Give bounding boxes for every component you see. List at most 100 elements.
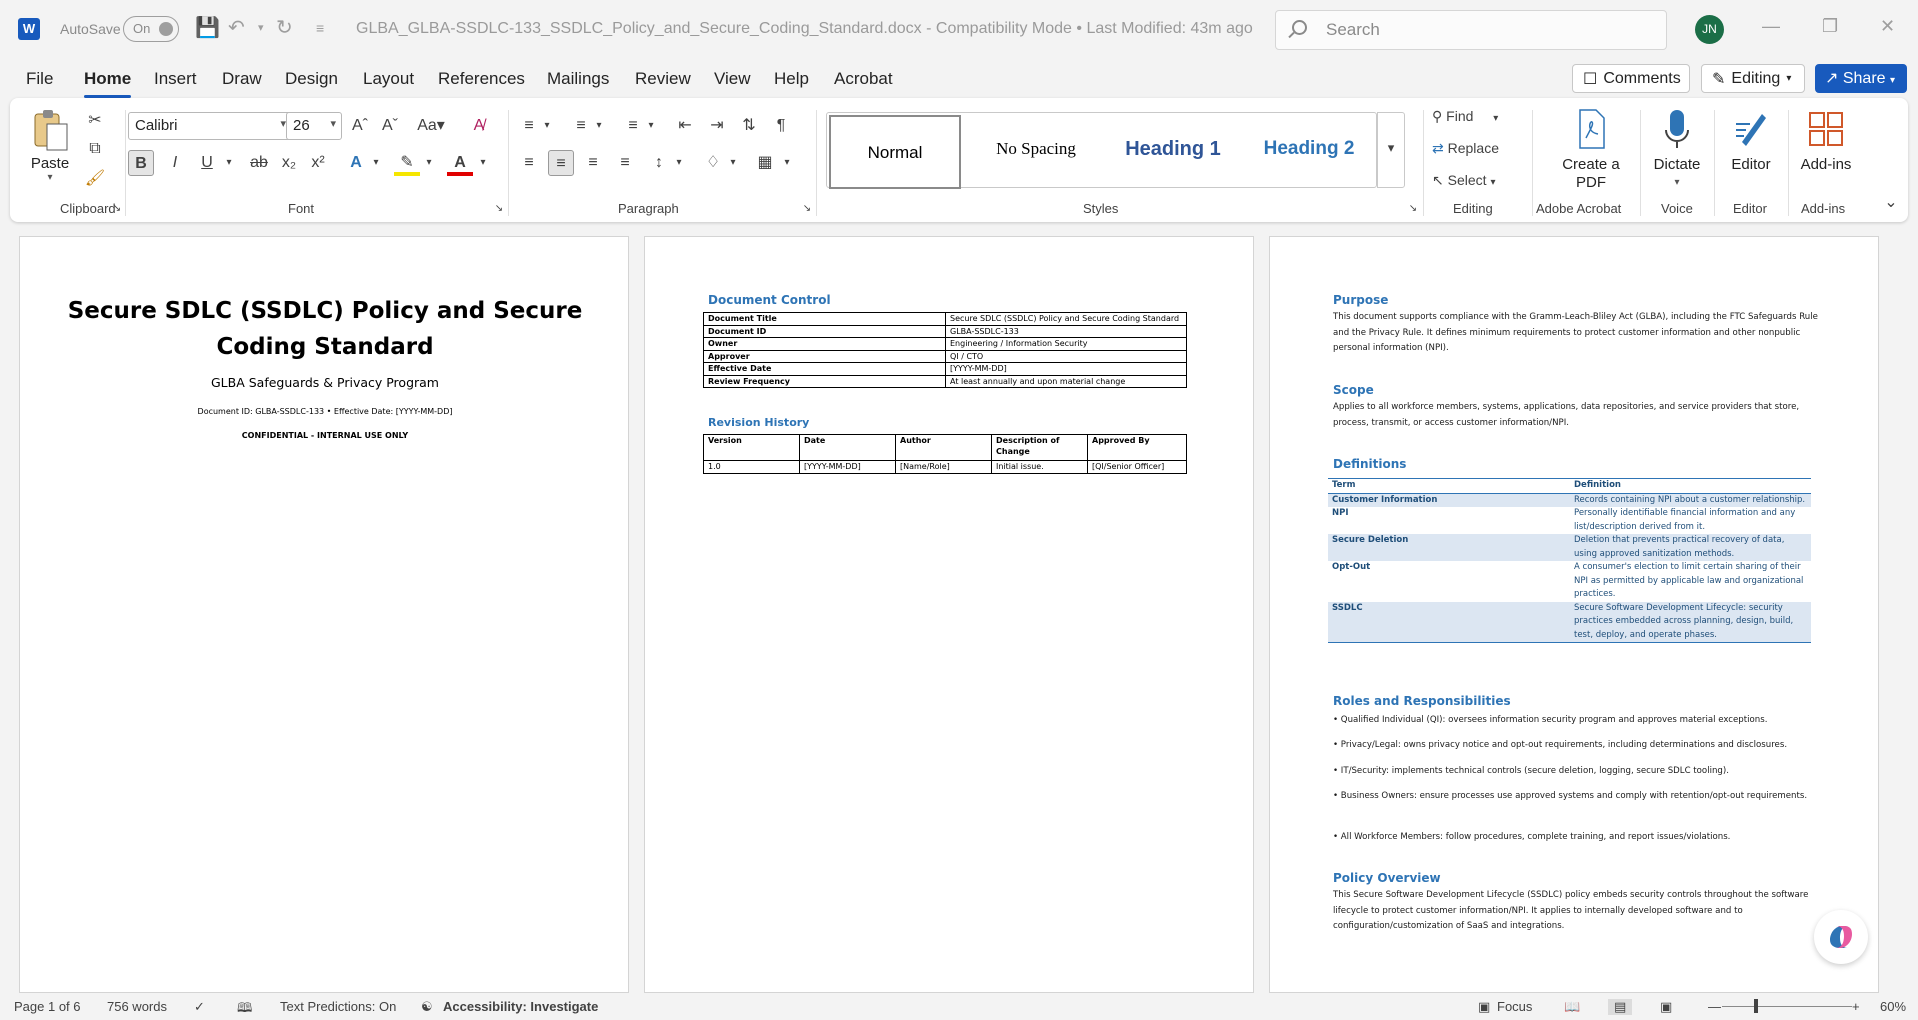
change-case-icon[interactable]: Aa▾ (413, 113, 449, 139)
web-layout-icon[interactable]: ▣ (1660, 999, 1672, 1015)
find-button[interactable]: ⚲ Find ▾ (1432, 108, 1498, 125)
collapse-ribbon-icon[interactable]: ⌄ (1878, 190, 1904, 216)
select-button[interactable]: ↖ Select ▾ (1432, 172, 1495, 189)
tab-layout[interactable]: Layout (363, 69, 414, 89)
format-painter-icon[interactable]: 🖌 (82, 166, 108, 192)
clipboard-launcher-icon[interactable]: ↘ (104, 196, 130, 222)
search-input[interactable]: Search (1275, 10, 1667, 50)
align-right-icon[interactable]: ≡ (580, 150, 606, 176)
style-normal[interactable]: Normal (829, 115, 961, 189)
undo-icon[interactable]: ↶ (228, 17, 245, 39)
tab-home[interactable]: Home (84, 69, 132, 98)
tab-draw[interactable]: Draw (222, 69, 262, 89)
document-page-1[interactable]: Secure SDLC (SSDLC) Policy and Secure Co… (19, 236, 629, 993)
tab-file[interactable]: File (26, 69, 53, 89)
addins-button[interactable]: Add-ins (1794, 108, 1858, 174)
bullets-dropdown-icon[interactable]: ▾ (534, 113, 560, 139)
show-formatting-icon[interactable]: ¶ (768, 113, 794, 139)
autosave-toggle[interactable]: On (123, 16, 179, 42)
grow-font-icon[interactable]: Aˆ (347, 113, 373, 139)
multilevel-dropdown-icon[interactable]: ▾ (638, 113, 664, 139)
word-count[interactable]: 756 words (107, 999, 167, 1014)
copy-icon[interactable]: ⧉ (82, 136, 108, 162)
reading-book-icon[interactable]: 🕮 (237, 999, 252, 1020)
close-icon[interactable]: ✕ (1880, 16, 1895, 37)
tab-design[interactable]: Design (285, 69, 338, 89)
zoom-level[interactable]: 60% (1880, 999, 1906, 1014)
font-family-select[interactable]: Calibri ▾ (128, 112, 292, 140)
zoom-out-icon[interactable]: — (1708, 999, 1721, 1014)
justify-icon[interactable]: ≡ (612, 150, 638, 176)
text-predictions-status[interactable]: Text Predictions: On (280, 999, 396, 1014)
tab-help[interactable]: Help (774, 69, 809, 89)
page-count[interactable]: Page 1 of 6 (14, 999, 81, 1014)
document-page-3[interactable]: Purpose This document supports complianc… (1269, 236, 1879, 993)
tab-review[interactable]: Review (635, 69, 691, 89)
underline-dropdown-icon[interactable]: ▾ (216, 150, 242, 176)
tab-references[interactable]: References (438, 69, 525, 89)
decrease-indent-icon[interactable]: ⇤ (672, 113, 698, 139)
shrink-font-icon[interactable]: Aˇ (377, 113, 403, 139)
copilot-button[interactable] (1814, 910, 1868, 964)
style-heading-1[interactable]: Heading 1 (1105, 113, 1241, 187)
comments-button[interactable]: ☐ Comments (1572, 64, 1690, 93)
font-color-dropdown-icon[interactable]: ▾ (470, 150, 496, 176)
style-no-spacing[interactable]: No Spacing (967, 113, 1105, 187)
share-button[interactable]: ↗ Share ▾ (1815, 64, 1907, 93)
document-title[interactable]: GLBA_GLBA-SSDLC-133_SSDLC_Policy_and_Sec… (356, 20, 1253, 38)
line-spacing-dropdown-icon[interactable]: ▾ (666, 150, 692, 176)
numbering-dropdown-icon[interactable]: ▾ (586, 113, 612, 139)
font-size-select[interactable]: 26 ▾ (286, 112, 342, 140)
table-cell: GLBA-SSDLC-133 (945, 324, 1187, 338)
create-pdf-button[interactable]: Create a PDF (1550, 108, 1632, 192)
superscript-button[interactable]: x² (305, 150, 331, 176)
read-mode-icon[interactable]: 📖 (1564, 999, 1580, 1015)
print-layout-icon[interactable]: ▤ (1608, 999, 1633, 1015)
highlight-dropdown-icon[interactable]: ▾ (416, 150, 442, 176)
shading-dropdown-icon[interactable]: ▾ (720, 150, 746, 176)
align-left-icon[interactable]: ≡ (516, 150, 542, 176)
cut-icon[interactable]: ✂ (82, 108, 108, 134)
sort-icon[interactable]: ⇅ (736, 113, 762, 139)
bold-button[interactable]: B (128, 150, 154, 176)
align-center-icon[interactable]: ≡ (548, 150, 574, 176)
redo-icon[interactable]: ↻ (276, 17, 293, 39)
tab-insert[interactable]: Insert (154, 69, 197, 89)
zoom-slider-thumb[interactable] (1754, 999, 1758, 1013)
borders-dropdown-icon[interactable]: ▾ (774, 150, 800, 176)
cover-confidential: CONFIDENTIAL - INTERNAL USE ONLY (241, 431, 409, 440)
styles-more-icon[interactable]: ▾ (1377, 112, 1405, 188)
styles-group-label: Styles (1083, 201, 1119, 216)
replace-button[interactable]: ⇄ Replace (1432, 140, 1499, 157)
text-effects-dropdown-icon[interactable]: ▾ (363, 150, 389, 176)
document-page-2[interactable]: Document Control Document Title Secure SD… (644, 236, 1254, 993)
focus-button[interactable]: Focus (1497, 999, 1532, 1014)
restore-icon[interactable]: ❐ (1822, 16, 1838, 37)
doc-control-table: Document Title Secure SDLC (SSDLC) Policy… (703, 312, 1187, 388)
italic-button[interactable]: I (162, 150, 188, 176)
table-cell: Opt-Out (1332, 562, 1371, 572)
strikethrough-button[interactable]: ab (246, 150, 272, 176)
editing-mode-button[interactable]: ✎ Editing ▾ (1701, 64, 1805, 93)
tab-mailings[interactable]: Mailings (547, 69, 609, 89)
tab-acrobat[interactable]: Acrobat (834, 69, 893, 89)
undo-dropdown-icon[interactable]: ▾ (258, 17, 264, 39)
customize-toolbar-icon[interactable]: ≡ (316, 17, 324, 39)
subscript-button[interactable]: x₂ (276, 150, 302, 176)
table-cell: Document ID (703, 324, 946, 338)
avatar[interactable]: JN (1695, 15, 1724, 44)
style-heading-2[interactable]: Heading 2 (1241, 113, 1377, 187)
accessibility-status[interactable]: Accessibility: Investigate (443, 999, 598, 1014)
zoom-slider[interactable] (1722, 1006, 1852, 1007)
paste-button[interactable]: Paste ▾ (30, 108, 70, 183)
increase-indent-icon[interactable]: ⇥ (704, 113, 730, 139)
editor-button[interactable]: Editor (1722, 108, 1780, 174)
minimize-icon[interactable]: — (1762, 16, 1780, 37)
styles-gallery: Normal No Spacing Heading 1 Heading 2 (826, 112, 1377, 189)
save-icon[interactable]: 💾 (195, 17, 220, 39)
clear-formatting-icon[interactable]: A̸ (466, 113, 492, 139)
dictate-button[interactable]: Dictate ▾ (1646, 108, 1708, 192)
zoom-in-icon[interactable]: + (1852, 999, 1860, 1014)
proofing-icon[interactable]: ✓ (194, 999, 205, 1015)
tab-view[interactable]: View (714, 69, 751, 89)
